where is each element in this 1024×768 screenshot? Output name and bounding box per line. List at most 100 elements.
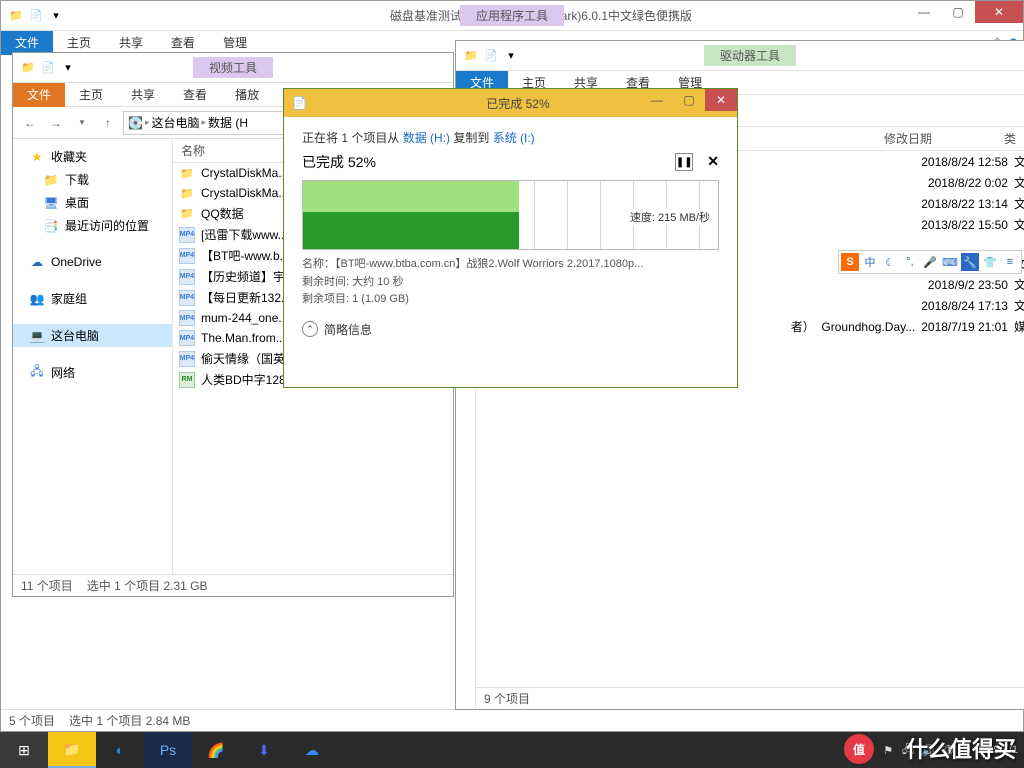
main-titlebar: 📁 📄 ▾ 应用程序工具 磁盘基准测试工具(CrystalDiskMark)6.… bbox=[1, 1, 1023, 31]
tab-view[interactable]: 查看 bbox=[169, 82, 221, 107]
dropdown-icon[interactable]: ▾ bbox=[502, 47, 520, 65]
recent-icon: 📑 bbox=[43, 218, 59, 234]
copy-progress-dialog: 📄 已完成 52% — ▢ ✕ 正在将 1 个项目从 数据 (H:) 复制到 系… bbox=[283, 88, 738, 388]
copy-source-dest: 正在将 1 个项目从 数据 (H:) 复制到 系统 (I:) bbox=[302, 129, 719, 146]
sidebar-desktop[interactable]: 🖥桌面 bbox=[13, 191, 172, 214]
context-tab-drive[interactable]: 驱动器工具 bbox=[704, 45, 796, 66]
mp4-icon: MP4 bbox=[179, 310, 195, 326]
speed-graph: 速度: 215 MB/秒 bbox=[302, 180, 719, 250]
tab-home[interactable]: 主页 bbox=[65, 82, 117, 107]
sidebar-onedrive[interactable]: ☁OneDrive bbox=[13, 251, 172, 273]
sidebar-network[interactable]: 🖧网络 bbox=[13, 361, 172, 384]
ime-lang[interactable]: 中 bbox=[861, 253, 879, 271]
ime-toolbar[interactable]: S 中 ☾ °, 🎤 ⌨ 🔧 👕 ≡ bbox=[838, 250, 1022, 274]
crumb-drive[interactable]: 数据 (H bbox=[208, 114, 248, 131]
close-button[interactable]: ✕ bbox=[975, 1, 1023, 23]
left-titlebar: 📁 📄 ▾ 视频工具 bbox=[13, 53, 453, 83]
cancel-button[interactable]: ✕ bbox=[707, 153, 719, 171]
homegroup-icon: 👥 bbox=[29, 291, 45, 307]
mp4-icon: MP4 bbox=[179, 248, 195, 264]
new-folder-icon[interactable]: ▾ bbox=[47, 7, 65, 25]
brief-info-toggle[interactable]: ⌃ 简略信息 bbox=[302, 321, 719, 338]
sidebar-recent[interactable]: 📑最近访问的位置 bbox=[13, 214, 172, 237]
taskbar-baidu[interactable]: ☁ bbox=[288, 732, 336, 768]
cloud-icon: ☁ bbox=[29, 254, 45, 270]
ime-tool-icon[interactable]: 🔧 bbox=[961, 253, 979, 271]
sidebar-favorites[interactable]: ★收藏夹 bbox=[13, 145, 172, 168]
dest-link[interactable]: 系统 (I:) bbox=[493, 131, 535, 145]
folder-icon: 📁 bbox=[179, 165, 195, 181]
rm-icon: RM bbox=[179, 372, 195, 388]
left-sidebar: ★收藏夹 📁下载 🖥桌面 📑最近访问的位置 ☁OneDrive 👥家庭组 💻这台… bbox=[13, 139, 173, 574]
sidebar-homegroup[interactable]: 👥家庭组 bbox=[13, 287, 172, 310]
desktop-icon: 🖥 bbox=[43, 195, 59, 211]
taskbar-thunder[interactable]: ⬇ bbox=[240, 732, 288, 768]
right-statusbar: 9 个项目 bbox=[476, 687, 1024, 709]
tab-share[interactable]: 共享 bbox=[117, 82, 169, 107]
folder-icon: 📁 bbox=[179, 206, 195, 222]
folder-icon: 📁 bbox=[43, 172, 59, 188]
forward-button[interactable]: → bbox=[45, 112, 67, 134]
taskbar-browser[interactable]: ◐ bbox=[96, 732, 144, 768]
chevron-up-icon: ⌃ bbox=[302, 321, 318, 337]
properties-icon[interactable]: 📄 bbox=[39, 59, 57, 77]
back-button[interactable]: ← bbox=[19, 112, 41, 134]
sidebar-thispc[interactable]: 💻这台电脑 bbox=[13, 324, 172, 347]
drive-icon: 💽 bbox=[128, 116, 143, 130]
tab-file[interactable]: 文件 bbox=[13, 82, 65, 107]
status-item-count: 9 个项目 bbox=[484, 690, 530, 707]
context-tab-apps[interactable]: 应用程序工具 bbox=[460, 5, 564, 26]
maximize-button[interactable]: ▢ bbox=[941, 1, 975, 23]
start-button[interactable]: ⊞ bbox=[0, 732, 48, 768]
dialog-close[interactable]: ✕ bbox=[705, 89, 737, 111]
col-date[interactable]: 修改日期 bbox=[884, 130, 1004, 147]
taskbar-photoshop[interactable]: Ps bbox=[144, 732, 192, 768]
sidebar-downloads[interactable]: 📁下载 bbox=[13, 168, 172, 191]
left-statusbar: 11 个项目 选中 1 个项目 2.31 GB bbox=[13, 574, 453, 596]
col-type[interactable]: 类 bbox=[1004, 130, 1024, 147]
minimize-button[interactable]: — bbox=[907, 1, 941, 23]
pause-button[interactable]: ❚❚ bbox=[675, 153, 693, 171]
copy-icon: 📄 bbox=[292, 96, 307, 110]
speed-label: 速度: 215 MB/秒 bbox=[628, 209, 712, 225]
taskbar-app1[interactable]: 🌈 bbox=[192, 732, 240, 768]
mp4-icon: MP4 bbox=[179, 227, 195, 243]
network-icon: 🖧 bbox=[29, 365, 45, 381]
mp4-icon: MP4 bbox=[179, 269, 195, 285]
watermark-badge: 值 bbox=[844, 734, 874, 764]
ime-moon-icon[interactable]: ☾ bbox=[881, 253, 899, 271]
progress-text: 已完成 52% bbox=[302, 152, 376, 172]
history-dropdown[interactable]: ▾ bbox=[71, 112, 93, 134]
pc-icon: 💻 bbox=[29, 328, 45, 344]
status-item-count: 5 个项目 bbox=[9, 712, 55, 729]
status-item-count: 11 个项目 bbox=[21, 577, 73, 594]
status-selected: 选中 1 个项目 2.84 MB bbox=[69, 712, 190, 729]
ime-sogou-icon[interactable]: S bbox=[841, 253, 859, 271]
dialog-maximize[interactable]: ▢ bbox=[673, 89, 705, 111]
watermark-text: 什么值得买 bbox=[898, 728, 1024, 768]
context-tab-video[interactable]: 视频工具 bbox=[193, 57, 273, 78]
mp4-icon: MP4 bbox=[179, 351, 195, 367]
folder-icon[interactable]: 📁 bbox=[7, 7, 25, 25]
crumb-pc[interactable]: 这台电脑 bbox=[151, 114, 199, 131]
ime-keyboard-icon[interactable]: ⌨ bbox=[941, 253, 959, 271]
source-link[interactable]: 数据 (H:) bbox=[403, 131, 450, 145]
dialog-titlebar: 📄 已完成 52% — ▢ ✕ bbox=[284, 89, 737, 117]
up-button[interactable]: ↑ bbox=[97, 112, 119, 134]
taskbar-explorer[interactable]: 📁 bbox=[48, 732, 96, 768]
ime-skin-icon[interactable]: 👕 bbox=[981, 253, 999, 271]
properties-icon[interactable]: 📄 bbox=[482, 47, 500, 65]
ime-punct-icon[interactable]: °, bbox=[901, 253, 919, 271]
tab-play[interactable]: 播放 bbox=[221, 82, 273, 107]
mp4-icon: MP4 bbox=[179, 290, 195, 306]
dropdown-icon[interactable]: ▾ bbox=[59, 59, 77, 77]
folder-icon[interactable]: 📁 bbox=[19, 59, 37, 77]
dialog-minimize[interactable]: — bbox=[641, 89, 673, 111]
star-icon: ★ bbox=[29, 149, 45, 165]
right-titlebar: 📁 📄 ▾ 驱动器工具 bbox=[456, 41, 1024, 71]
folder-icon[interactable]: 📁 bbox=[462, 47, 480, 65]
ime-menu-icon[interactable]: ≡ bbox=[1001, 253, 1019, 271]
ime-mic-icon[interactable]: 🎤 bbox=[921, 253, 939, 271]
properties-icon[interactable]: 📄 bbox=[27, 7, 45, 25]
tray-flag-icon[interactable]: ⚑ bbox=[880, 742, 896, 758]
